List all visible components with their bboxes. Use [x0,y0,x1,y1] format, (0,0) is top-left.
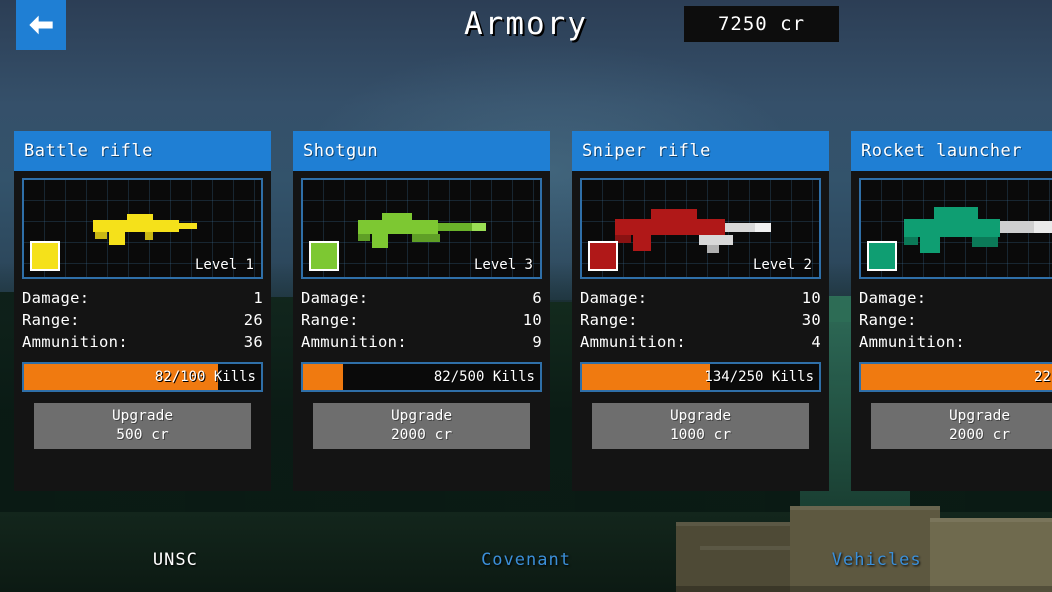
shotgun-icon [357,212,486,248]
stat-label: Ammunition: [859,333,965,351]
kills-progress-bar: 134/250 Kills [580,362,821,392]
upgrade-price: 2000 cr [390,427,453,443]
stat-label: Range: [580,311,638,329]
stat-row: Ammunition: 4 [580,331,821,353]
tab-unsc[interactable]: UNSC [0,550,351,570]
weapon-preview: Level 3 [301,178,542,279]
kills-progress-fill [582,364,710,390]
weapon-name: Shotgun [293,131,550,171]
weapon-stats: Damage: Range: Ammunition: [859,287,1052,353]
upgrade-label: Upgrade [390,408,453,424]
kills-progress-label: 82/100 Kills [154,369,256,385]
kills-progress-fill [303,364,344,390]
upgrade-button[interactable]: Upgrade 2000 cr [871,403,1052,449]
weapon-stats: Damage: 1 Range: 26 Ammunition: 36 [22,287,263,353]
battle-rifle-icon [92,213,197,245]
sniper-rifle-icon [614,208,771,253]
weapon-name: Rocket launcher [851,131,1052,171]
upgrade-price: 2000 cr [948,427,1011,443]
stat-label: Ammunition: [580,333,686,351]
kills-progress-label: 134/250 Kills [704,369,814,385]
stat-value: 1 [253,289,263,307]
stat-value: 9 [532,333,542,351]
weapon-color-swatch [588,241,618,271]
weapon-name: Battle rifle [14,131,271,171]
upgrade-button[interactable]: Upgrade 1000 cr [592,403,809,449]
upgrade-price: 1000 cr [669,427,732,443]
weapon-stats: Damage: 6 Range: 10 Ammunition: 9 [301,287,542,353]
weapon-name: Sniper rifle [572,131,829,171]
stat-label: Range: [859,311,917,329]
stat-value: 36 [243,333,263,351]
stat-value: 10 [522,311,542,329]
stat-row: Range: 26 [22,309,263,331]
kills-progress-bar: 221/250 [859,362,1052,392]
stat-label: Ammunition: [22,333,128,351]
kills-progress-label: 221/250 [1033,369,1052,385]
weapon-stats: Damage: 10 Range: 30 Ammunition: 4 [580,287,821,353]
upgrade-label: Upgrade [948,408,1011,424]
weapon-preview: Level 1 [22,178,263,279]
weapon-color-swatch [867,241,897,271]
kills-progress-bar: 82/500 Kills [301,362,542,392]
rocket-launcher-icon [903,206,1052,253]
weapon-card[interactable]: Sniper rifle Level 2 Damage: 10 Range: 3… [572,131,829,491]
stat-row: Damage: 6 [301,287,542,309]
bottom-navigation: UNSC Covenant Vehicles [0,550,1052,570]
stat-value: 4 [811,333,821,351]
stat-label: Range: [301,311,359,329]
stat-row: Damage: [859,287,1052,309]
weapon-card[interactable]: Rocket launcher Le [851,131,1052,491]
stat-value: 6 [532,289,542,307]
stat-row: Ammunition: 9 [301,331,542,353]
tab-vehicles[interactable]: Vehicles [701,550,1052,570]
stat-value: 10 [801,289,821,307]
weapon-card[interactable]: Shotgun Level 3 Damage: 6 Range: 10 Ammu… [293,131,550,491]
kills-progress-bar: 82/100 Kills [22,362,263,392]
stat-row: Ammunition: 36 [22,331,263,353]
weapon-level: Level 2 [752,257,812,273]
stat-label: Damage: [22,289,90,307]
stat-label: Damage: [301,289,369,307]
weapon-preview: Level 2 [580,178,821,279]
kills-progress-label: 82/500 Kills [433,369,535,385]
upgrade-label: Upgrade [669,408,732,424]
stat-value: 26 [243,311,263,329]
tab-covenant[interactable]: Covenant [351,550,702,570]
weapon-card-list: Battle rifle Level 1 Damage: 1 Range: 26… [14,131,1052,491]
weapon-color-swatch [30,241,60,271]
upgrade-button[interactable]: Upgrade 500 cr [34,403,251,449]
stat-row: Range: 30 [580,309,821,331]
stat-label: Range: [22,311,80,329]
weapon-card[interactable]: Battle rifle Level 1 Damage: 1 Range: 26… [14,131,271,491]
stat-label: Ammunition: [301,333,407,351]
armory-screen: Armory 7250 cr Battle rifle Level 1 Dama… [0,0,1052,592]
weapon-level: Level 3 [473,257,533,273]
weapon-color-swatch [309,241,339,271]
stat-row: Range: [859,309,1052,331]
stat-value: 30 [801,311,821,329]
stat-row: Damage: 10 [580,287,821,309]
page-title: Armory [464,6,588,42]
weapon-preview: Le [859,178,1052,279]
stat-label: Damage: [859,289,927,307]
upgrade-label: Upgrade [111,408,174,424]
stat-label: Damage: [580,289,648,307]
credits-display: 7250 cr [684,6,839,42]
stat-row: Range: 10 [301,309,542,331]
stat-row: Damage: 1 [22,287,263,309]
upgrade-button[interactable]: Upgrade 2000 cr [313,403,530,449]
stat-row: Ammunition: [859,331,1052,353]
upgrade-price: 500 cr [116,427,169,443]
weapon-level: Level 1 [194,257,254,273]
kills-progress-fill [861,364,1052,390]
